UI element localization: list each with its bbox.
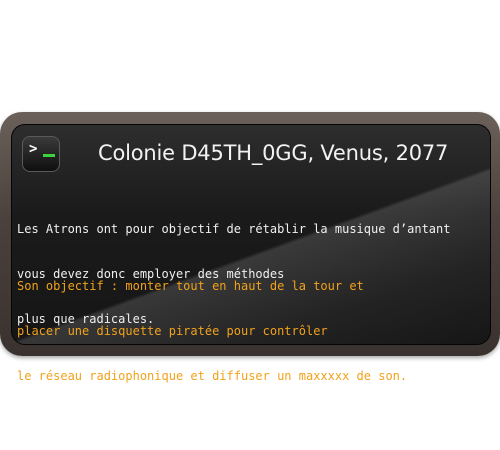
objective-line: placer une disquette piratée pour contrô…	[17, 324, 328, 338]
objective-text: Son objectif : monter tout en haut de la…	[17, 249, 407, 399]
dialog-title: Colonie D45TH_0GG, Venus, 2077	[98, 141, 449, 165]
terminal-icon: >	[22, 136, 60, 172]
intro-line: Les Atrons ont pour objectif de rétablir…	[17, 222, 451, 236]
prompt-glyph: >	[29, 141, 38, 157]
objective-line: le réseau radiophonique et diffuser un m…	[17, 369, 408, 383]
cursor-glyph	[43, 154, 55, 157]
objective-line: Son objectif : monter tout en haut de la…	[17, 279, 364, 293]
